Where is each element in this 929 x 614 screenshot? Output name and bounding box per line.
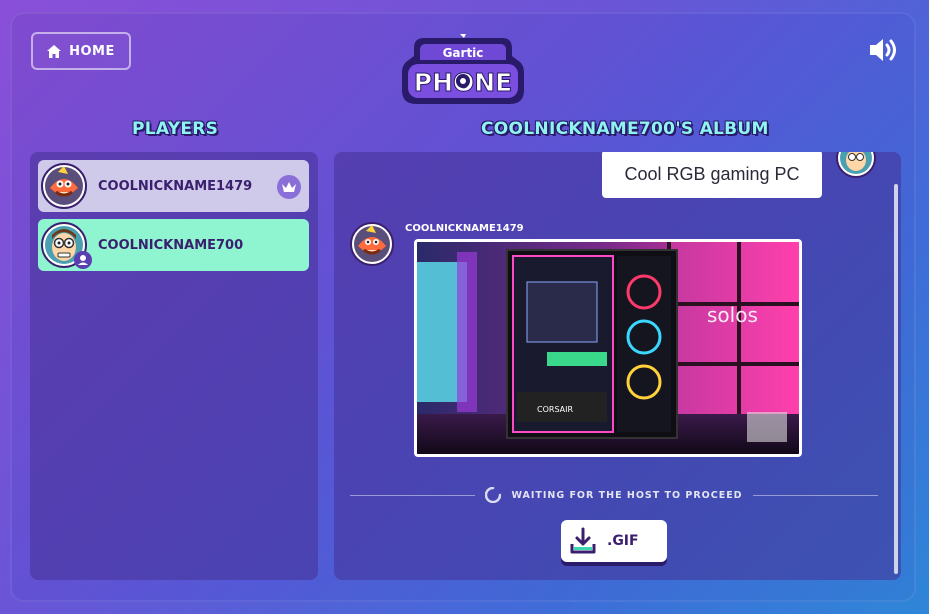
nerd-avatar-icon: [836, 152, 876, 178]
gartic-phone-logo: Gartic PHONE: [402, 34, 524, 104]
download-icon: [570, 527, 596, 554]
user-badge-icon: [74, 251, 92, 269]
home-icon: [47, 44, 62, 58]
waiting-text: WAITING FOR THE HOST TO PROCEED: [511, 489, 743, 501]
gif-label: .GIF: [607, 533, 639, 549]
home-button[interactable]: HOME: [31, 32, 131, 70]
avatar: [40, 162, 88, 210]
avatar: [40, 221, 92, 269]
svg-text:Gartic: Gartic: [443, 46, 484, 60]
download-gif-button[interactable]: .GIF: [561, 520, 667, 562]
home-label: HOME: [69, 43, 115, 59]
crown-icon: [277, 175, 301, 199]
volume-icon[interactable]: [868, 36, 902, 64]
drawing-author: COOLNICKNAME1479: [405, 223, 524, 234]
scrollbar[interactable]: [894, 184, 898, 574]
fish-avatar-icon: [41, 163, 87, 209]
player-item[interactable]: COOLNICKNAME1479: [38, 160, 309, 212]
svg-text:solos: solos: [707, 303, 758, 327]
fish-avatar-icon: [350, 222, 394, 266]
svg-text:CORSAIR: CORSAIR: [537, 405, 574, 414]
divider: [350, 494, 476, 496]
players-panel: COOLNICKNAME1479 COOLNICKNAME700: [30, 152, 318, 580]
player-item[interactable]: COOLNICKNAME700: [38, 219, 309, 271]
player-name: COOLNICKNAME700: [98, 237, 244, 253]
album-panel: Cool RGB gaming PC COOLNICKNAME1479 solo…: [334, 152, 901, 580]
waiting-indicator: WAITING FOR THE HOST TO PROCEED: [350, 487, 879, 503]
caption-bubble: Cool RGB gaming PC: [602, 152, 822, 198]
drawing-image: solos CORSAIR: [414, 239, 802, 457]
spinner-icon: [485, 487, 502, 503]
player-name: COOLNICKNAME1479: [98, 178, 253, 194]
album-title: COOLNICKNAME700'S ALBUM: [481, 119, 769, 139]
divider: [752, 494, 879, 496]
players-title: PLAYERS: [132, 119, 219, 139]
